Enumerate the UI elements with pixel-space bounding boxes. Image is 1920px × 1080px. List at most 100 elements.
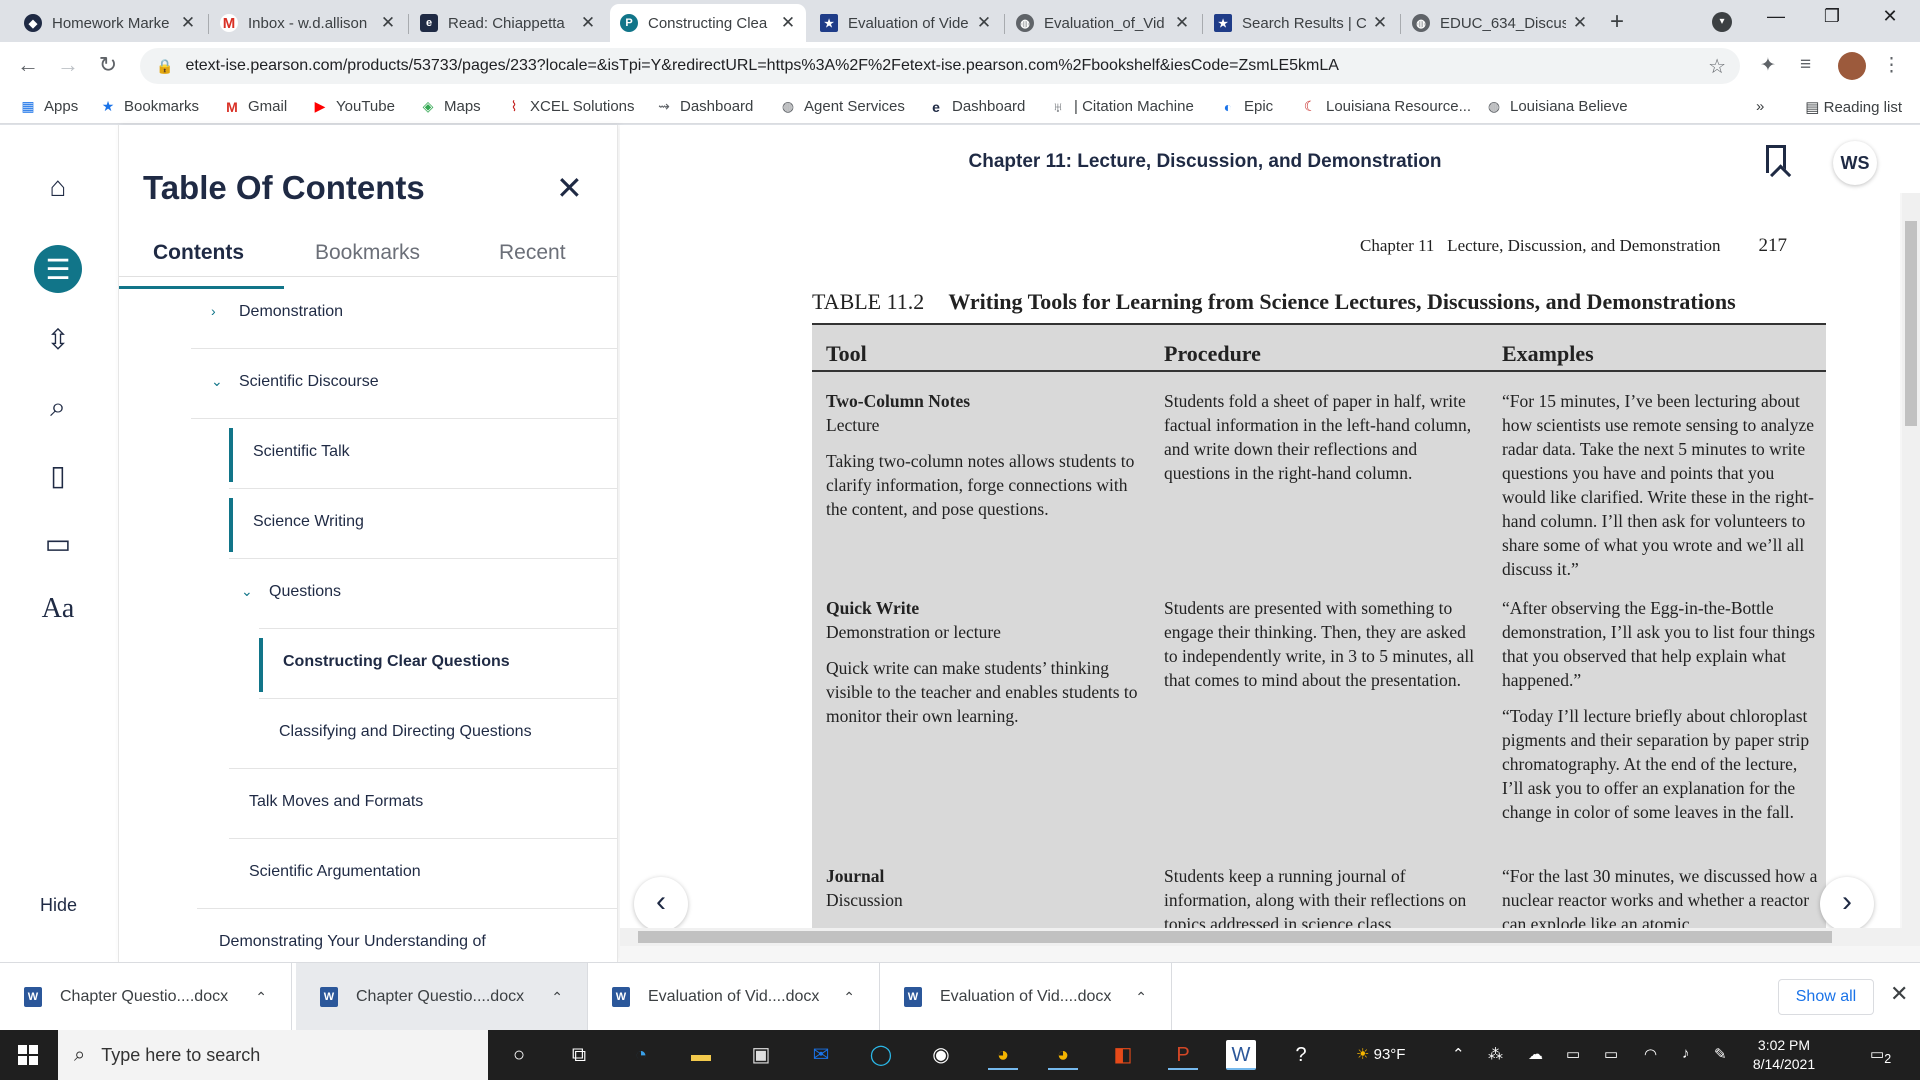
table-of-contents-icon[interactable]: ☰ bbox=[34, 245, 82, 293]
bookmark-maps[interactable]: ◈ Maps bbox=[420, 98, 481, 115]
wifi-icon[interactable]: ◠ bbox=[1644, 1045, 1657, 1063]
bookmark-bookmarks[interactable]: ★ Bookmarks bbox=[100, 98, 199, 115]
close-icon[interactable]: ✕ bbox=[1174, 13, 1190, 33]
toc-item-constructing-clear-questions[interactable]: Constructing Clear Questions bbox=[283, 653, 510, 671]
close-icon[interactable]: ✕ bbox=[556, 169, 583, 207]
home-icon[interactable]: ⌂ bbox=[34, 163, 82, 211]
download-item[interactable]: W Chapter Questio....docx ⌃ bbox=[296, 963, 588, 1031]
windows-start-icon[interactable] bbox=[18, 1045, 38, 1065]
bookmark-gmail[interactable]: M Gmail bbox=[224, 98, 287, 115]
bookmarks-overflow-chevron[interactable]: » bbox=[1756, 98, 1764, 115]
pen-icon[interactable]: ✎ bbox=[1714, 1045, 1727, 1063]
address-bar[interactable]: 🔒 etext-ise.pearson.com/products/53733/p… bbox=[140, 48, 1740, 84]
window-close-icon[interactable]: ✕ bbox=[1870, 6, 1910, 27]
close-icon[interactable]: ✕ bbox=[180, 13, 196, 33]
profile-avatar[interactable] bbox=[1838, 52, 1866, 80]
scrollbar-thumb[interactable] bbox=[638, 931, 1832, 943]
page-navigation-icon[interactable]: ⇳ bbox=[34, 315, 82, 363]
alexa-icon[interactable]: ◯ bbox=[866, 1040, 896, 1070]
chrome-profile-icon[interactable]: ◕ bbox=[1048, 1040, 1078, 1070]
chevron-up-icon[interactable]: ⌃ bbox=[843, 989, 855, 1006]
bookmark-icon[interactable] bbox=[1766, 145, 1786, 173]
back-arrow-icon[interactable]: ← bbox=[14, 52, 42, 78]
minimize-icon[interactable]: — bbox=[1756, 6, 1796, 27]
bookmark-epic[interactable]: ◐ Epic bbox=[1220, 98, 1273, 115]
reload-icon[interactable]: ↻ bbox=[94, 52, 122, 78]
horizontal-scrollbar[interactable] bbox=[620, 928, 1920, 946]
bookmark-agent-services[interactable]: ◍ Agent Services bbox=[780, 98, 905, 115]
toc-item-demonstration[interactable]: › Demonstration bbox=[211, 303, 343, 321]
tab-search-icon[interactable]: ▾ bbox=[1712, 12, 1732, 32]
volume-icon[interactable]: ♪ bbox=[1682, 1045, 1690, 1062]
bookmark-louisiana-resource[interactable]: ☾ Louisiana Resource... bbox=[1302, 98, 1471, 115]
toc-item-questions[interactable]: ⌄ Questions bbox=[241, 583, 341, 601]
bookmark-apps[interactable]: ▦ Apps bbox=[20, 98, 78, 115]
battery-icon[interactable]: ▭ bbox=[1604, 1045, 1618, 1063]
store-icon[interactable]: ▣ bbox=[746, 1040, 776, 1070]
tab-search-results[interactable]: ★ Search Results | C ✕ bbox=[1204, 4, 1398, 42]
close-icon[interactable]: ✕ bbox=[1372, 13, 1388, 33]
toc-item-demonstrating-your-understanding[interactable]: Demonstrating Your Understanding of bbox=[219, 933, 486, 951]
search-icon[interactable]: ⌕ bbox=[34, 383, 82, 431]
mail-icon[interactable]: ✉ bbox=[806, 1040, 836, 1070]
office-icon[interactable]: ◧ bbox=[1108, 1040, 1138, 1070]
toc-item-classifying-and-directing-questions[interactable]: Classifying and Directing Questions bbox=[279, 723, 532, 741]
forward-arrow-icon[interactable]: → bbox=[54, 52, 82, 78]
chrome-icon[interactable]: ◕ bbox=[988, 1040, 1018, 1070]
tab-evaluation-of-vid-doc[interactable]: ◍ Evaluation_of_Vid ✕ bbox=[1006, 4, 1200, 42]
display-icon[interactable]: ▭ bbox=[1566, 1045, 1580, 1063]
close-icon[interactable]: ✕ bbox=[580, 13, 596, 33]
bookmark-star-icon[interactable]: ☆ bbox=[1708, 54, 1726, 79]
taskbar-clock[interactable]: 3:02 PM 8/14/2021 bbox=[1738, 1036, 1830, 1074]
vertical-scrollbar[interactable] bbox=[1902, 193, 1920, 928]
hide-rail-button[interactable]: Hide bbox=[40, 895, 77, 916]
restore-icon[interactable]: ❐ bbox=[1812, 6, 1852, 27]
tab-constructing-clear-questions[interactable]: P Constructing Clea ✕ bbox=[610, 4, 806, 42]
close-icon[interactable]: ✕ bbox=[380, 13, 396, 33]
chevron-up-icon[interactable]: ⌃ bbox=[551, 989, 563, 1006]
chevron-up-icon[interactable]: ⌃ bbox=[1452, 1045, 1465, 1063]
word-icon[interactable]: W bbox=[1226, 1040, 1256, 1070]
extensions-puzzle-icon[interactable]: ✦ bbox=[1760, 54, 1776, 77]
toc-item-talk-moves-and-formats[interactable]: Talk Moves and Formats bbox=[249, 793, 423, 811]
toc-item-science-writing[interactable]: Science Writing bbox=[253, 513, 364, 531]
toc-item-scientific-talk[interactable]: Scientific Talk bbox=[253, 443, 350, 461]
text-size-icon[interactable]: Aa bbox=[34, 585, 82, 633]
toc-item-scientific-argumentation[interactable]: Scientific Argumentation bbox=[249, 863, 421, 881]
media-control-icon[interactable]: ≡ bbox=[1800, 54, 1811, 76]
bookmark-louisiana-believe[interactable]: ◍ Louisiana Believe bbox=[1486, 98, 1628, 115]
scrollbar-thumb[interactable] bbox=[1905, 221, 1917, 426]
bookmark-pearson-dashboard[interactable]: e Dashboard bbox=[928, 98, 1025, 115]
cortana-icon[interactable]: ○ bbox=[504, 1040, 534, 1070]
close-icon[interactable]: ✕ bbox=[1890, 981, 1908, 1007]
flashcards-icon[interactable]: ▭ bbox=[34, 519, 82, 567]
weather-widget[interactable]: ☀ 93°F bbox=[1356, 1045, 1405, 1063]
tab-evaluation-of-video[interactable]: ★ Evaluation of Vide ✕ bbox=[810, 4, 1002, 42]
download-item[interactable]: W Evaluation of Vid....docx ⌃ bbox=[880, 963, 1172, 1031]
help-icon[interactable]: ? bbox=[1286, 1040, 1316, 1070]
tab-homework-market[interactable]: ◆ Homework Marke ✕ bbox=[14, 4, 206, 42]
close-icon[interactable]: ✕ bbox=[1572, 13, 1588, 33]
onedrive-icon[interactable]: ☁ bbox=[1528, 1045, 1543, 1063]
url-text[interactable]: etext-ise.pearson.com/products/53733/pag… bbox=[185, 57, 1339, 75]
tab-bookmarks[interactable]: Bookmarks bbox=[315, 241, 420, 265]
reading-list-button[interactable]: ▤ Reading list bbox=[1805, 98, 1902, 116]
bookmark-youtube[interactable]: ▶ YouTube bbox=[312, 98, 395, 115]
edge-icon[interactable]: ◔ bbox=[626, 1040, 656, 1070]
download-item[interactable]: W Chapter Questio....docx ⌃ bbox=[0, 963, 292, 1031]
tab-contents[interactable]: Contents bbox=[153, 241, 244, 265]
close-icon[interactable]: ✕ bbox=[780, 13, 796, 33]
next-page-button[interactable]: › bbox=[1820, 877, 1874, 931]
close-icon[interactable]: ✕ bbox=[976, 13, 992, 33]
user-avatar[interactable]: WS bbox=[1833, 141, 1877, 185]
chevron-up-icon[interactable]: ⌃ bbox=[1135, 989, 1147, 1006]
task-view-icon[interactable]: ⧉ bbox=[564, 1040, 594, 1070]
download-item[interactable]: W Evaluation of Vid....docx ⌃ bbox=[588, 963, 880, 1031]
app-icon[interactable]: ◉ bbox=[926, 1040, 956, 1070]
notebook-icon[interactable]: ▯ bbox=[34, 451, 82, 499]
new-tab-button[interactable]: + bbox=[1610, 8, 1624, 36]
chevron-up-icon[interactable]: ⌃ bbox=[255, 989, 267, 1006]
tab-recent[interactable]: Recent bbox=[499, 241, 566, 265]
toc-item-scientific-discourse[interactable]: ⌄ Scientific Discourse bbox=[211, 373, 379, 391]
previous-page-button[interactable]: ‹ bbox=[634, 877, 688, 931]
